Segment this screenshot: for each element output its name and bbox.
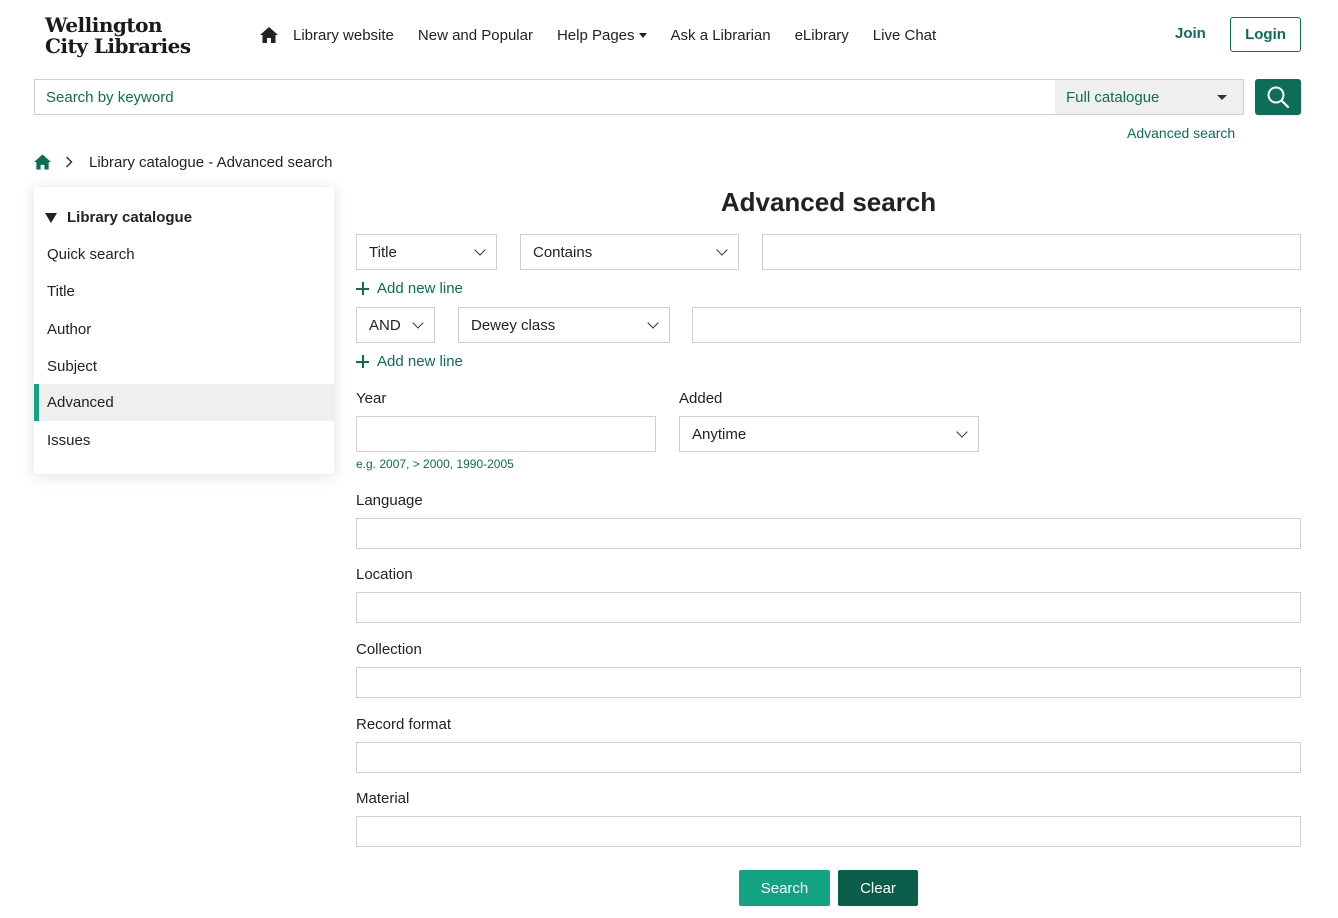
search-scope-value: Full catalogue: [1066, 88, 1160, 106]
caret-down-icon: [1217, 94, 1227, 100]
breadcrumb: Library catalogue - Advanced search: [34, 152, 332, 172]
search-input[interactable]: [35, 80, 1055, 114]
row2-field-select[interactable]: Dewey class: [458, 307, 670, 343]
advanced-search-link[interactable]: Advanced search: [1127, 125, 1235, 141]
sidebar: Library catalogue Quick search Title Aut…: [34, 187, 334, 474]
sidebar-item-title[interactable]: Title: [34, 273, 334, 310]
home-icon: [34, 154, 51, 170]
nav-help-pages[interactable]: Help Pages: [557, 27, 647, 44]
nav-elibrary[interactable]: eLibrary: [795, 27, 849, 44]
nav-ask-a-librarian[interactable]: Ask a Librarian: [671, 27, 771, 44]
year-label: Year: [356, 390, 387, 407]
language-input[interactable]: [356, 518, 1301, 549]
sidebar-heading-label: Library catalogue: [67, 209, 193, 226]
location-label: Location: [356, 566, 413, 583]
collection-input[interactable]: [356, 667, 1301, 698]
row1-operator-select[interactable]: Contains: [520, 234, 739, 270]
row2-field-value: Dewey class: [471, 316, 556, 334]
add-new-line-label: Add new line: [377, 280, 463, 297]
site-logo[interactable]: Wellington City Libraries: [45, 15, 191, 57]
logo-line-1: Wellington: [45, 13, 162, 37]
caret-down-icon: [638, 32, 647, 38]
clear-button[interactable]: Clear: [838, 870, 918, 906]
row1-operator-value: Contains: [533, 243, 593, 261]
search-icon: [1267, 86, 1290, 109]
sidebar-item-subject[interactable]: Subject: [34, 348, 334, 385]
plus-icon: [356, 355, 369, 368]
home-icon: [260, 27, 278, 43]
plus-icon: [356, 282, 369, 295]
chevron-down-icon: [412, 317, 424, 329]
search-bar: Full catalogue: [34, 79, 1244, 115]
row2-bool-value: AND: [369, 316, 401, 334]
record-format-label: Record format: [356, 716, 452, 733]
main-nav: Library website New and Popular Help Pag…: [260, 24, 960, 46]
search-submit-button[interactable]: [1255, 79, 1301, 115]
add-new-line-button-1[interactable]: Add new line: [356, 280, 463, 297]
location-input[interactable]: [356, 592, 1301, 623]
join-link[interactable]: Join: [1175, 25, 1206, 42]
added-label: Added: [679, 390, 723, 407]
row1-value-input[interactable]: [762, 234, 1301, 270]
row1-field-value: Title: [369, 243, 397, 261]
chevron-down-icon: [716, 244, 728, 256]
nav-help-pages-label: Help Pages: [556, 26, 635, 44]
breadcrumb-current: Library catalogue - Advanced search: [89, 153, 333, 171]
nav-home-link[interactable]: [260, 27, 278, 43]
row1-field-select[interactable]: Title: [356, 234, 497, 270]
chevron-right-icon: [65, 156, 73, 168]
collection-label: Collection: [356, 641, 422, 658]
triangle-down-icon: [45, 212, 57, 223]
nav-library-website[interactable]: Library website: [293, 27, 394, 44]
nav-new-and-popular[interactable]: New and Popular: [418, 27, 533, 44]
page-title: Advanced search: [720, 187, 937, 217]
material-label: Material: [356, 790, 410, 807]
sidebar-heading[interactable]: Library catalogue: [45, 209, 192, 226]
breadcrumb-home-link[interactable]: [34, 154, 51, 170]
nav-live-chat[interactable]: Live Chat: [873, 27, 936, 44]
search-scope-select[interactable]: Full catalogue: [1055, 80, 1243, 114]
year-input[interactable]: [356, 416, 656, 452]
chevron-down-icon: [474, 244, 486, 256]
login-button[interactable]: Login: [1230, 17, 1301, 52]
added-select[interactable]: Anytime: [679, 416, 979, 452]
material-input[interactable]: [356, 816, 1301, 847]
row2-bool-select[interactable]: AND: [356, 307, 435, 343]
chevron-down-icon: [647, 317, 659, 329]
row2-value-input[interactable]: [692, 307, 1301, 343]
search-button[interactable]: Search: [739, 870, 830, 906]
sidebar-item-advanced[interactable]: Advanced: [34, 384, 334, 421]
chevron-down-icon: [956, 426, 968, 438]
record-format-input[interactable]: [356, 742, 1301, 773]
add-new-line-button-2[interactable]: Add new line: [356, 353, 463, 370]
sidebar-item-issues[interactable]: Issues: [34, 422, 334, 459]
add-new-line-label: Add new line: [377, 353, 463, 370]
year-hint: e.g. 2007, > 2000, 1990-2005: [356, 457, 514, 471]
language-label: Language: [356, 492, 423, 509]
sidebar-item-quick-search[interactable]: Quick search: [34, 236, 334, 273]
added-value: Anytime: [692, 425, 747, 443]
logo-line-2: City Libraries: [45, 34, 191, 58]
sidebar-item-author[interactable]: Author: [34, 311, 334, 348]
